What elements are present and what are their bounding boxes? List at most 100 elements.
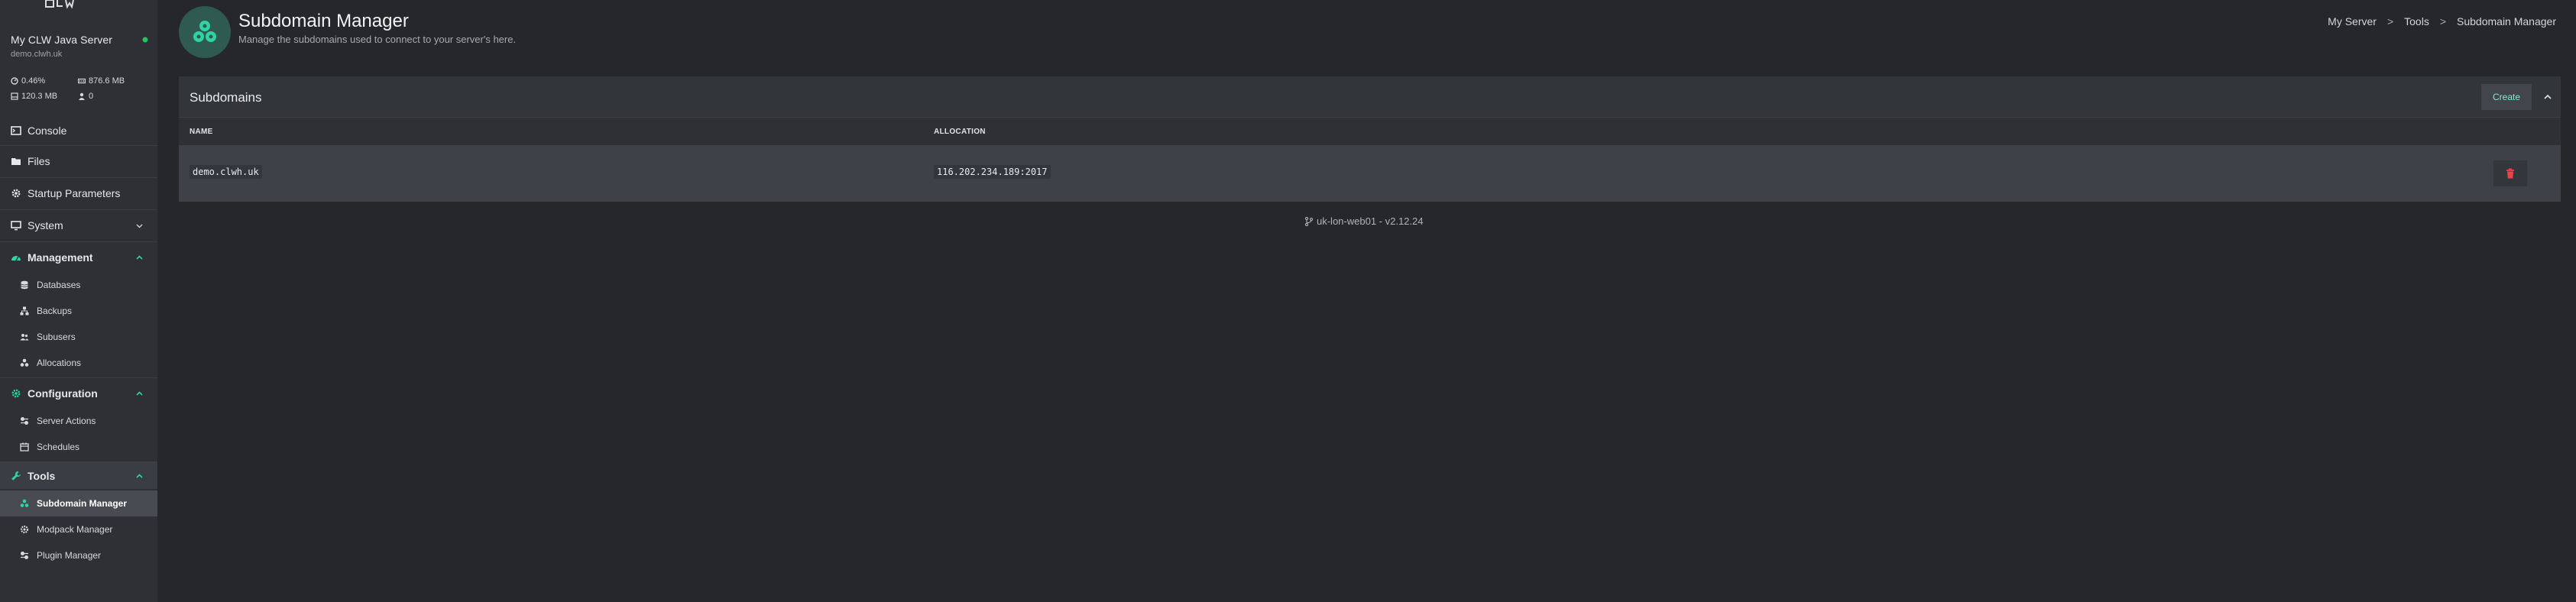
chevron-up-icon[interactable]: [2542, 92, 2553, 102]
breadcrumb-separator: >: [2386, 15, 2394, 28]
sidebar-item-subdomain-manager[interactable]: Subdomain Manager: [0, 490, 157, 516]
users-icon: [20, 334, 29, 341]
sidebar-item-startup[interactable]: Startup Parameters: [0, 179, 157, 208]
sidebar-item-label: Allocations: [37, 358, 82, 368]
stat-disk: 120.3 MB: [11, 92, 57, 101]
page-icon: [179, 6, 231, 58]
sidebar-item-console[interactable]: Console: [0, 116, 157, 145]
gear-icon: [11, 389, 21, 398]
sidebar-item-label: System: [28, 219, 63, 231]
sidebar-item-label: Files: [28, 155, 50, 167]
actions-icon: [21, 417, 28, 425]
column-header-name: NAME: [190, 128, 213, 136]
chevron-up-icon: [136, 391, 143, 396]
folder-icon: [11, 158, 21, 165]
calendar-icon: [20, 442, 29, 452]
server-info: My CLW Java Server demo.clwh.uk: [11, 34, 148, 59]
monitor-icon: [11, 221, 21, 231]
logo-icon: [45, 0, 74, 9]
sidebar-item-configuration[interactable]: Configuration: [0, 379, 157, 408]
divider: [0, 209, 157, 210]
sidebar-item-label: Subusers: [37, 332, 76, 342]
modpack-icon: [20, 525, 29, 534]
memory-icon: [78, 78, 86, 84]
app-root: My CLW Java Server demo.clwh.uk 0.46% 87…: [0, 0, 2576, 602]
breadcrumb-item-current: Subdomain Manager: [2457, 15, 2556, 28]
sidebar-item-tools[interactable]: Tools: [0, 461, 157, 490]
breadcrumb-item-tools[interactable]: Tools: [2404, 15, 2429, 28]
sidebar-item-label: Backups: [37, 306, 73, 316]
server-name: My CLW Java Server: [11, 34, 113, 46]
table-header: NAME ALLOCATION: [179, 118, 2561, 145]
sidebar-item-backups[interactable]: Backups: [0, 298, 157, 324]
subdomain-icon: [20, 499, 29, 507]
sidebar-item-label: Configuration: [28, 387, 98, 400]
sidebar-item-databases[interactable]: Databases: [0, 272, 157, 298]
sidebar-item-subusers[interactable]: Subusers: [0, 324, 157, 350]
stat-players-value: 0: [89, 92, 94, 101]
sidebar-item-system[interactable]: System: [0, 211, 157, 240]
sidebar-item-label: Databases: [37, 280, 81, 290]
sidebar-item-label: Schedules: [37, 442, 80, 452]
main-content: Subdomain Manager Manage the subdomains …: [157, 0, 2576, 602]
sidebar-item-label: Startup Parameters: [28, 187, 121, 199]
sidebar-item-schedules[interactable]: Schedules: [0, 434, 157, 460]
subdomain-name: demo.clwh.uk: [190, 165, 262, 179]
trash-icon: [2506, 168, 2514, 179]
sidebar-item-label: Management: [28, 251, 93, 264]
card-title: Subdomains: [190, 90, 262, 105]
delete-button[interactable]: [2493, 160, 2527, 186]
page-title: Subdomain Manager: [238, 11, 409, 31]
divider: [0, 177, 157, 178]
divider: [0, 241, 157, 242]
subdomain-icon: [193, 21, 216, 42]
sidebar-item-management[interactable]: Management: [0, 243, 157, 272]
sidebar-item-label: Subdomain Manager: [37, 498, 128, 509]
stat-players: 0: [78, 92, 93, 101]
footer: uk-lon-web01 - v2.12.24: [1304, 215, 1423, 227]
git-branch-icon: [1304, 216, 1314, 226]
dashboard-icon: [11, 256, 21, 261]
card-header: Subdomains Create: [179, 76, 2561, 118]
sidebar: My CLW Java Server demo.clwh.uk 0.46% 87…: [0, 0, 157, 602]
chevron-up-icon: [136, 255, 143, 260]
page-subtitle: Manage the subdomains used to connect to…: [238, 34, 517, 45]
disk-icon: [11, 92, 18, 100]
stat-cpu-value: 0.46%: [21, 76, 46, 86]
sidebar-item-label: Modpack Manager: [37, 524, 113, 535]
subdomain-allocation: 116.202.234.189:2017: [934, 165, 1051, 179]
sidebar-item-label: Tools: [28, 470, 56, 482]
stat-disk-value: 120.3 MB: [21, 92, 58, 101]
divider: [0, 145, 157, 146]
create-button[interactable]: Create: [2481, 84, 2532, 110]
stat-memory-value: 876.6 MB: [89, 76, 125, 86]
database-icon: [21, 280, 28, 290]
chevron-up-icon: [136, 474, 143, 478]
gear-icon: [11, 189, 21, 198]
footer-version: uk-lon-web01 - v2.12.24: [1317, 215, 1424, 227]
sidebar-item-modpack-manager[interactable]: Modpack Manager: [0, 516, 157, 542]
stat-cpu: 0.46%: [11, 76, 45, 86]
sidebar-item-allocations[interactable]: Allocations: [0, 350, 157, 376]
sidebar-item-server-actions[interactable]: Server Actions: [0, 408, 157, 434]
breadcrumb: My Server > Tools > Subdomain Manager: [2328, 15, 2556, 28]
divider: [0, 377, 157, 378]
allocations-icon: [20, 358, 29, 367]
user-icon: [79, 92, 85, 100]
online-status-icon: [142, 37, 148, 43]
sidebar-item-files[interactable]: Files: [0, 147, 157, 176]
breadcrumb-item-server[interactable]: My Server: [2328, 15, 2377, 28]
terminal-icon: [11, 126, 21, 135]
breadcrumb-separator: >: [2439, 15, 2447, 28]
plugin-icon: [21, 552, 28, 559]
sidebar-item-label: Server Actions: [37, 416, 96, 426]
wrench-icon: [11, 471, 21, 481]
sidebar-item-label: Plugin Manager: [37, 550, 102, 561]
network-icon: [20, 306, 29, 316]
sidebar-item-plugin-manager[interactable]: Plugin Manager: [0, 542, 157, 568]
sidebar-item-label: Console: [28, 125, 67, 137]
gauge-icon: [11, 77, 18, 85]
chevron-down-icon: [136, 224, 143, 228]
table-row: demo.clwh.uk 116.202.234.189:2017: [179, 145, 2561, 202]
server-domain: demo.clwh.uk: [11, 50, 63, 59]
